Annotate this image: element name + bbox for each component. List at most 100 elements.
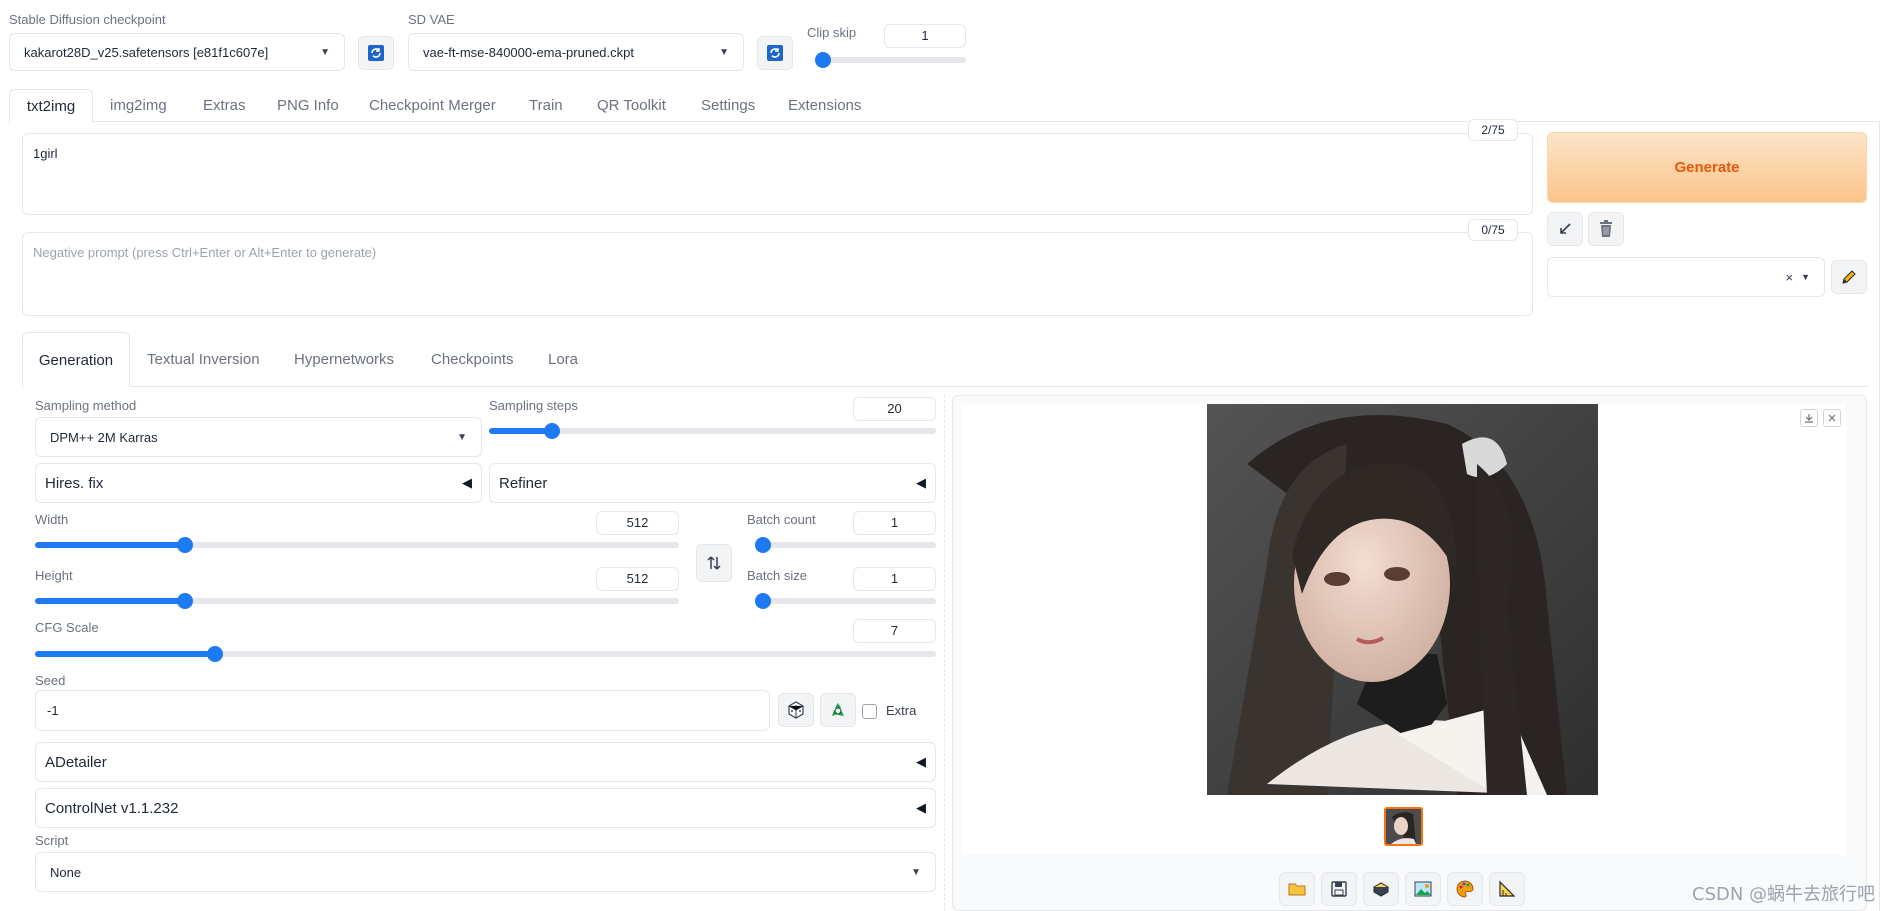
reuse-seed-button[interactable] (820, 693, 856, 727)
vae-dropdown[interactable]: vae-ft-mse-840000-ema-pruned.ckpt ▼ (408, 33, 744, 71)
tab-extras[interactable]: Extras (203, 97, 246, 114)
slider-thumb[interactable] (177, 537, 194, 553)
tab-txt2img[interactable]: txt2img (9, 89, 93, 123)
refresh-checkpoint-button[interactable] (358, 36, 394, 70)
clip-skip-slider[interactable] (815, 52, 966, 68)
image-icon (1414, 881, 1432, 897)
tab-extensions[interactable]: Extensions (788, 97, 861, 114)
prompt-token-counter: 2/75 (1468, 119, 1518, 141)
adetailer-accordion[interactable]: ADetailer ◀ (35, 742, 936, 782)
refresh-vae-button[interactable] (757, 36, 793, 70)
send-to-button[interactable] (1547, 212, 1583, 246)
cfg-scale-slider[interactable] (35, 646, 936, 662)
sampling-method-label: Sampling method (35, 398, 137, 413)
slider-thumb[interactable] (815, 52, 831, 68)
pencil-icon (1842, 270, 1856, 284)
slider-fill (35, 651, 216, 657)
batch-count-input[interactable]: 1 (853, 511, 936, 535)
tab-checkpoint-merger[interactable]: Checkpoint Merger (369, 97, 496, 114)
tab-label: txt2img (26, 98, 76, 115)
controlnet-label: ControlNet v1.1.232 (45, 799, 179, 817)
generated-image-art (1207, 404, 1598, 795)
tab-train[interactable]: Train (529, 97, 563, 114)
slider-thumb[interactable] (207, 646, 224, 662)
folder-icon (1288, 883, 1306, 896)
slider-thumb[interactable] (177, 593, 194, 609)
cfg-scale-input[interactable]: 7 (853, 619, 936, 643)
column-divider (944, 395, 945, 911)
prompt-text: 1girl (33, 146, 58, 161)
batch-size-input[interactable]: 1 (853, 567, 936, 591)
prompt-textarea[interactable]: 1girl (22, 133, 1533, 215)
sampling-steps-input[interactable]: 20 (853, 397, 936, 421)
clear-prompt-button[interactable] (1588, 212, 1624, 246)
controlnet-accordion[interactable]: ControlNet v1.1.232 ◀ (35, 788, 936, 828)
adetailer-label: ADetailer (45, 753, 107, 771)
collapse-triangle-icon: ◀ (462, 475, 472, 490)
chevron-down-icon: ▼ (320, 46, 330, 58)
slider-fill (35, 598, 186, 604)
height-input[interactable]: 512 (596, 567, 679, 591)
download-button[interactable] (1800, 409, 1818, 427)
checkpoint-value: kakarot28D_v25.safetensors [e81f1c607e] (24, 44, 269, 60)
extra-label: Extra (886, 703, 917, 718)
script-dropdown[interactable]: None ▼ (35, 852, 936, 892)
close-icon[interactable]: × (1785, 270, 1793, 285)
open-folder-button[interactable] (1279, 872, 1315, 906)
save-button[interactable] (1321, 872, 1357, 906)
subtabs-divider (22, 386, 1867, 387)
script-label: Script (35, 833, 69, 848)
tab-settings[interactable]: Settings (701, 97, 755, 114)
generate-label: Generate (1674, 159, 1740, 176)
recycle-icon (832, 703, 844, 716)
swap-icon (707, 556, 721, 570)
batch-count-slider[interactable] (755, 537, 936, 553)
batch-size-slider[interactable] (755, 593, 936, 609)
thumbnail-art (1386, 809, 1421, 844)
zip-button[interactable] (1363, 872, 1399, 906)
refiner-accordion[interactable]: Refiner ◀ (489, 463, 936, 503)
tab-label: Generation (38, 352, 114, 369)
tab-img2img[interactable]: img2img (110, 97, 167, 114)
height-slider[interactable] (35, 593, 679, 609)
sampling-steps-slider[interactable] (489, 423, 936, 439)
slider-thumb[interactable] (755, 593, 771, 609)
trash-icon (1600, 220, 1612, 237)
send-to-inpaint-button[interactable] (1447, 872, 1483, 906)
send-to-extras-button[interactable] (1489, 872, 1525, 906)
close-preview-button[interactable] (1823, 409, 1841, 427)
hires-fix-label: Hires. fix (45, 474, 104, 492)
dice-icon (788, 701, 804, 719)
tab-hypernetworks[interactable]: Hypernetworks (294, 351, 394, 368)
swap-dimensions-button[interactable] (696, 544, 732, 582)
width-slider[interactable] (35, 537, 679, 553)
slider-fill (35, 542, 186, 548)
random-seed-button[interactable] (778, 693, 814, 727)
seed-input[interactable]: -1 (35, 690, 770, 731)
sampling-method-dropdown[interactable]: DPM++ 2M Karras ▼ (35, 417, 482, 457)
seed-label: Seed (35, 673, 66, 688)
width-input[interactable]: 512 (596, 511, 679, 535)
hires-fix-accordion[interactable]: Hires. fix ◀ (35, 463, 482, 503)
gallery-thumbnail[interactable] (1384, 807, 1423, 846)
checkpoint-dropdown[interactable]: kakarot28D_v25.safetensors [e81f1c607e] … (9, 33, 345, 71)
tab-lora[interactable]: Lora (548, 351, 578, 368)
tab-png-info[interactable]: PNG Info (277, 97, 339, 114)
refresh-icon (767, 45, 783, 61)
tab-generation[interactable]: Generation (22, 332, 130, 387)
styles-dropdown[interactable]: × ▼ (1547, 257, 1825, 297)
send-to-img2img-button[interactable] (1405, 872, 1441, 906)
extra-checkbox[interactable] (862, 704, 877, 719)
negative-prompt-textarea[interactable]: Negative prompt (press Ctrl+Enter or Alt… (22, 232, 1533, 316)
generated-image[interactable] (1207, 404, 1598, 795)
clip-skip-input[interactable]: 1 (884, 24, 966, 48)
tab-qr-toolkit[interactable]: QR Toolkit (597, 97, 666, 114)
tab-checkpoints[interactable]: Checkpoints (431, 351, 514, 368)
slider-thumb[interactable] (755, 537, 771, 553)
tab-textual-inversion[interactable]: Textual Inversion (147, 351, 260, 368)
edit-styles-button[interactable] (1831, 260, 1867, 294)
palette-icon (1456, 880, 1474, 898)
slider-thumb[interactable] (543, 423, 560, 439)
generate-button[interactable]: Generate (1547, 132, 1867, 203)
height-label: Height (35, 568, 73, 583)
